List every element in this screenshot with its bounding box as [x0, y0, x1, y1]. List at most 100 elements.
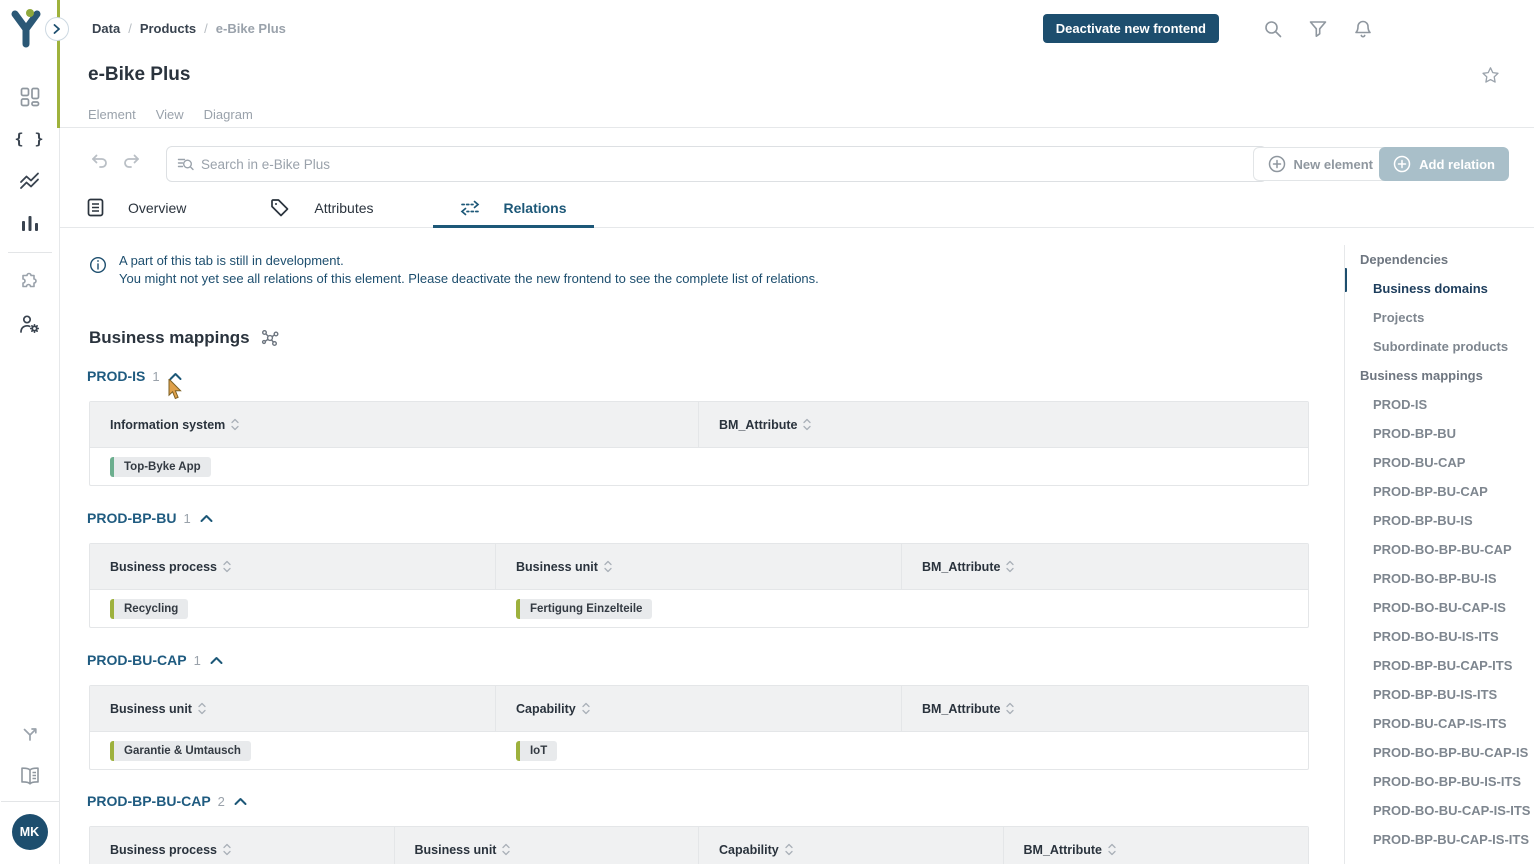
- tab-attributes[interactable]: Attributes: [243, 190, 400, 228]
- search-input[interactable]: [201, 157, 1256, 172]
- breadcrumb-products[interactable]: Products: [140, 21, 196, 36]
- bar-chart-icon[interactable]: [0, 202, 59, 244]
- puzzle-icon[interactable]: [0, 261, 59, 303]
- column-header[interactable]: Business unit: [496, 544, 902, 589]
- nav-mapping-item[interactable]: PROD-BO-BU-IS-ITS: [1345, 622, 1534, 651]
- nav-mapping-item[interactable]: PROD-BP-BU-CAP-ITS: [1345, 651, 1534, 680]
- favorite-star-icon[interactable]: [1481, 66, 1500, 85]
- nav-mapping-item[interactable]: PROD-BU-CAP-IS-ITS: [1345, 709, 1534, 738]
- nav-projects[interactable]: Projects: [1345, 303, 1534, 332]
- nav-mapping-item[interactable]: PROD-BO-BP-BU-IS-ITS: [1345, 767, 1534, 796]
- sort-icon[interactable]: [502, 843, 510, 856]
- nav-mapping-item[interactable]: PROD-BO-BU-CAP-IS-ITS: [1345, 796, 1534, 825]
- column-header[interactable]: BM_Attribute: [902, 686, 1308, 731]
- section-link[interactable]: PROD-IS: [87, 368, 145, 384]
- element-search-field[interactable]: [166, 146, 1267, 182]
- nav-mapping-item[interactable]: PROD-BO-BP-BU-IS: [1345, 564, 1534, 593]
- sort-icon[interactable]: [198, 702, 206, 715]
- section-count: 1: [194, 653, 201, 668]
- table-row: Recycling Fertigung Einzelteile: [90, 590, 1308, 627]
- nav-mapping-item[interactable]: PROD-BP-BU: [1345, 419, 1534, 448]
- element-chip[interactable]: Fertigung Einzelteile: [516, 599, 652, 619]
- tab-relations[interactable]: Relations: [433, 190, 594, 228]
- tab-overview[interactable]: Overview: [60, 190, 213, 228]
- page-header: Data / Products / e-Bike Plus Deactivate…: [60, 0, 1534, 128]
- trend-lines-icon[interactable]: [0, 160, 59, 202]
- nav-mapping-item[interactable]: PROD-BO-BP-BU-CAP: [1345, 535, 1534, 564]
- column-header[interactable]: Information system: [90, 402, 699, 447]
- chevron-up-icon[interactable]: [210, 656, 223, 665]
- chevron-up-icon[interactable]: [200, 514, 213, 523]
- chevron-up-icon[interactable]: [169, 372, 182, 381]
- menu-view[interactable]: View: [156, 107, 184, 122]
- element-chip[interactable]: Garantie & Umtausch: [110, 741, 251, 761]
- nav-mapping-item[interactable]: PROD-BP-BU-CAP-IS-ITS: [1345, 825, 1534, 854]
- sort-icon[interactable]: [1108, 843, 1116, 856]
- menu-diagram[interactable]: Diagram: [204, 107, 253, 122]
- code-braces-icon[interactable]: { }: [0, 118, 59, 160]
- user-avatar[interactable]: MK: [12, 814, 48, 850]
- section-link[interactable]: PROD-BP-BU: [87, 510, 176, 526]
- add-relation-button[interactable]: Add relation: [1379, 147, 1509, 181]
- filter-icon[interactable]: [1308, 19, 1328, 39]
- element-chip[interactable]: Recycling: [110, 599, 188, 619]
- column-header[interactable]: Business unit: [90, 686, 496, 731]
- section-header-prod-bp-bu-cap: PROD-BP-BU-CAP 2: [87, 793, 247, 809]
- section-link[interactable]: PROD-BU-CAP: [87, 652, 187, 668]
- column-header[interactable]: Business process: [90, 544, 496, 589]
- sort-icon[interactable]: [803, 418, 811, 431]
- banner-line-2: You might not yet see all relations of t…: [119, 271, 819, 287]
- column-header[interactable]: BM_Attribute: [902, 544, 1308, 589]
- undo-icon[interactable]: [90, 154, 108, 168]
- redo-icon[interactable]: [123, 154, 141, 168]
- section-link[interactable]: PROD-BP-BU-CAP: [87, 793, 211, 809]
- new-element-button[interactable]: New element: [1253, 147, 1388, 181]
- column-header[interactable]: Capability: [496, 686, 902, 731]
- network-graph-icon[interactable]: [260, 328, 280, 348]
- book-icon[interactable]: [0, 755, 59, 797]
- sort-icon[interactable]: [223, 843, 231, 856]
- sidebar-divider: [8, 252, 52, 253]
- user-settings-icon[interactable]: [0, 303, 59, 345]
- column-header[interactable]: Business process: [90, 827, 395, 864]
- breadcrumb-data[interactable]: Data: [92, 21, 120, 36]
- nav-mapping-item[interactable]: PROD-BP-BU-CAP: [1345, 477, 1534, 506]
- section-header-prod-bu-cap: PROD-BU-CAP 1: [87, 652, 223, 668]
- nav-mapping-item[interactable]: PROD-IS: [1345, 390, 1534, 419]
- bell-icon[interactable]: [1353, 19, 1373, 39]
- nav-mapping-item[interactable]: PROD-BO-BU-CAP-IS: [1345, 593, 1534, 622]
- dashboard-icon[interactable]: [0, 76, 59, 118]
- chevron-up-icon[interactable]: [234, 797, 247, 806]
- column-header[interactable]: BM_Attribute: [1004, 827, 1309, 864]
- column-header[interactable]: Capability: [699, 827, 1004, 864]
- sort-icon[interactable]: [223, 560, 231, 573]
- sort-icon[interactable]: [604, 560, 612, 573]
- branch-split-icon[interactable]: [0, 713, 59, 755]
- table-row: Top-Byke App: [90, 448, 1308, 485]
- breadcrumb-current: e-Bike Plus: [216, 21, 286, 36]
- deactivate-new-frontend-button[interactable]: Deactivate new frontend: [1043, 14, 1219, 43]
- menu-element[interactable]: Element: [88, 107, 136, 122]
- section-count: 1: [152, 369, 159, 384]
- sort-icon[interactable]: [1006, 702, 1014, 715]
- nav-mapping-item[interactable]: PROD-BU-CAP: [1345, 448, 1534, 477]
- element-chip[interactable]: Top-Byke App: [110, 457, 211, 477]
- sort-icon[interactable]: [582, 702, 590, 715]
- nav-subordinate-products[interactable]: Subordinate products: [1345, 332, 1534, 361]
- chevron-right-icon: [53, 24, 61, 34]
- nav-mapping-item[interactable]: PROD-BO-BP-BU-CAP-IS-: [1345, 854, 1534, 864]
- nav-mapping-item[interactable]: PROD-BO-BP-BU-CAP-IS: [1345, 738, 1534, 767]
- search-icon[interactable]: [1263, 19, 1283, 39]
- sort-icon[interactable]: [785, 843, 793, 856]
- nav-mapping-item[interactable]: PROD-BP-BU-IS-ITS: [1345, 680, 1534, 709]
- element-chip[interactable]: IoT: [516, 741, 557, 761]
- nav-mapping-item[interactable]: PROD-BP-BU-IS: [1345, 506, 1534, 535]
- nav-business-domains[interactable]: Business domains: [1345, 274, 1534, 303]
- column-header[interactable]: BM_Attribute: [699, 402, 1308, 447]
- table-row: Garantie & Umtausch IoT: [90, 732, 1308, 769]
- sort-icon[interactable]: [1006, 560, 1014, 573]
- sort-icon[interactable]: [231, 418, 239, 431]
- sidebar-expand-button[interactable]: [45, 17, 69, 41]
- column-header[interactable]: Business unit: [395, 827, 700, 864]
- tag-icon: [270, 198, 290, 218]
